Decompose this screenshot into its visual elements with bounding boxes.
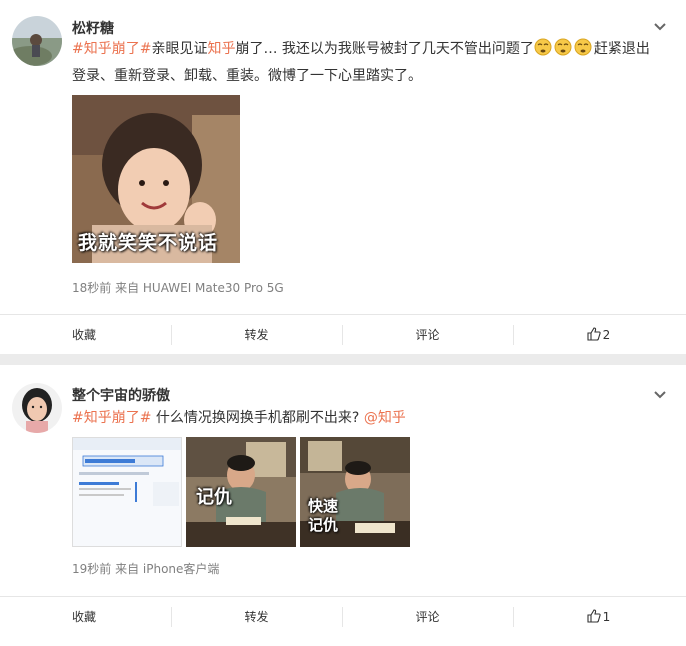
sleepy-emoji-icon (534, 38, 552, 56)
sleepy-emoji-icon (574, 38, 592, 56)
post-meta: 18秒前 来自 HUAWEI Mate30 Pro 5G (72, 281, 284, 295)
post-meta: 19秒前 来自 iPhone客户端 (72, 562, 220, 576)
like-button[interactable]: 1 (513, 597, 684, 637)
like-count: 1 (602, 610, 611, 624)
avatar[interactable] (12, 16, 62, 66)
collect-button[interactable]: 收藏 (0, 597, 171, 637)
post-text: #知乎崩了# 什么情况换网换手机都刷不出来? @知乎 (72, 405, 658, 432)
post-text-segment: 什么情况换网换手机都刷不出来? (151, 410, 364, 426)
like-button[interactable]: 2 (513, 315, 684, 355)
username[interactable]: 整个宇宙的骄傲 (72, 385, 170, 405)
repost-button[interactable]: 转发 (171, 315, 342, 355)
screenshot-thumbnail (73, 438, 181, 546)
comment-button[interactable]: 评论 (342, 597, 513, 637)
post-image[interactable] (72, 437, 182, 547)
image-caption: 记仇 (196, 487, 232, 508)
username[interactable]: 松籽糖 (72, 18, 114, 38)
post-image[interactable]: 快速 记仇 (300, 437, 410, 547)
avatar[interactable] (12, 383, 62, 433)
collect-button[interactable]: 收藏 (0, 315, 171, 355)
image-caption: 快速 记仇 (308, 497, 338, 535)
chevron-down-icon[interactable] (652, 18, 668, 34)
post-card: 松籽糖 #知乎崩了#亲眼见证知乎崩了… 我还以为我账号被封了几天不管出问题了 赶紧… (0, 0, 686, 354)
post-text-segment: 崩了… 我还以为我账号被封了几天不管出问题了 (235, 41, 534, 57)
post-text-segment: 亲眼见证 (151, 41, 208, 57)
thumbs-up-icon (587, 609, 601, 623)
post-image[interactable]: 我就笑笑不说话 (72, 95, 240, 263)
thumbs-up-icon (587, 327, 601, 341)
repost-button[interactable]: 转发 (171, 597, 342, 637)
chevron-down-icon[interactable] (652, 386, 668, 402)
caption-line: 记仇 (308, 516, 339, 534)
comment-button[interactable]: 评论 (342, 315, 513, 355)
post-text: #知乎崩了#亲眼见证知乎崩了… 我还以为我账号被封了几天不管出问题了 赶紧退出 登… (72, 36, 658, 90)
hashtag-link[interactable]: #知乎崩了# (72, 410, 151, 426)
caption-line: 快速 (308, 497, 339, 515)
hashtag-link[interactable]: #知乎崩了# (72, 41, 151, 57)
sleepy-emoji-icon (554, 38, 572, 56)
post-text-segment: 赶紧退出 (593, 41, 650, 57)
action-bar: 收藏 转发 评论 2 (0, 314, 686, 354)
like-count: 2 (602, 328, 611, 342)
mention-link[interactable]: @知乎 (364, 410, 406, 426)
post-text-line: 登录、重新登录、卸载、重装。微博了一下心里踏实了。 (72, 68, 422, 84)
image-caption: 我就笑笑不说话 (78, 232, 219, 254)
post-card: 整个宇宙的骄傲 #知乎崩了# 什么情况换网换手机都刷不出来? @知乎 记仇 快速… (0, 365, 686, 646)
action-bar: 收藏 转发 评论 1 (0, 596, 686, 636)
mention-link[interactable]: 知乎 (207, 41, 235, 57)
post-image[interactable]: 记仇 (186, 437, 296, 547)
